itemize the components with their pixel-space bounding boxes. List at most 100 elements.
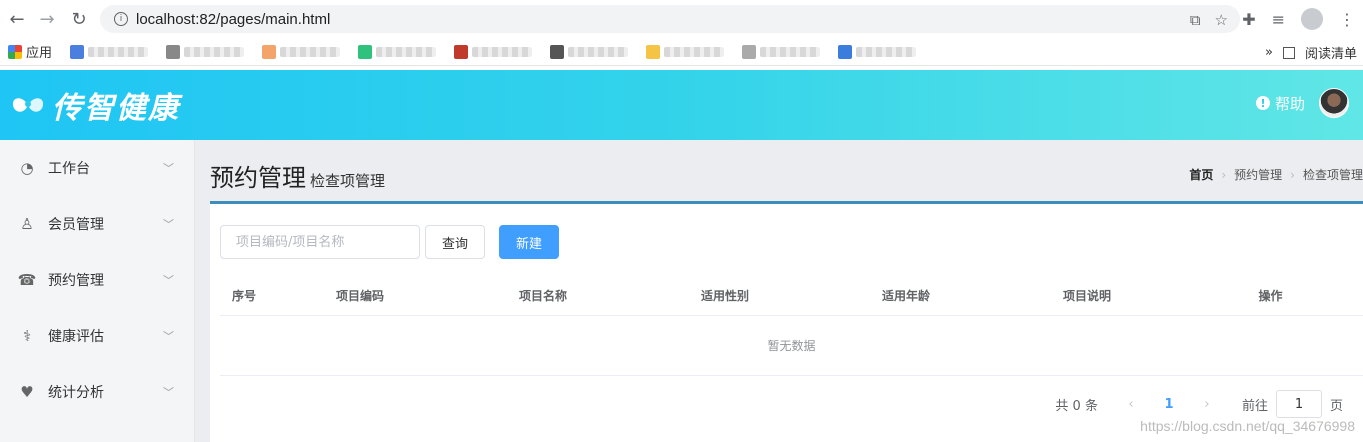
blurred-label [568, 46, 629, 57]
column-header: 适用年龄 [881, 289, 930, 303]
bookmark-item[interactable] [838, 44, 917, 60]
dashboard-icon: ◔ [20, 159, 34, 177]
watermark: https://blog.csdn.net/qq_34676998 [1140, 418, 1355, 434]
blurred-label [664, 46, 725, 57]
back-icon[interactable]: ← [6, 8, 28, 30]
url-text: localhost:82/pages/main.html [136, 10, 331, 28]
user-avatar[interactable] [1319, 88, 1349, 118]
query-button[interactable]: 查询 [425, 225, 485, 259]
empty-table-text: 暂无数据 [220, 316, 1363, 376]
bookmark-item[interactable] [646, 44, 725, 60]
bookmark-icon [358, 44, 373, 59]
blurred-label [760, 46, 821, 57]
bookmark-item[interactable] [550, 44, 629, 60]
bookmark-icon [550, 44, 565, 59]
search-input[interactable] [220, 225, 420, 259]
bookmark-item[interactable] [70, 44, 149, 60]
goto-label: 前往 [1241, 398, 1268, 414]
bookmark-icon [70, 44, 85, 59]
checkitem-table: 序号 项目编码 项目名称 适用性别 适用年龄 项目说明 操作 暂无数据 [220, 276, 1363, 376]
media-icon[interactable]: ≡ [1272, 10, 1285, 29]
chevron-down-icon: ﹀ [163, 330, 174, 343]
info-icon[interactable]: i [114, 12, 128, 26]
column-header: 项目编码 [335, 289, 384, 303]
logo-icon [12, 98, 44, 112]
bookmark-icon [646, 44, 661, 59]
apps-bookmark[interactable]: 应用 [8, 44, 52, 60]
blurred-label [472, 46, 533, 57]
translate-icon[interactable]: ⧉ [1190, 11, 1201, 29]
extensions-icon[interactable]: ✚ [1242, 10, 1255, 29]
heartbeat-icon: ♥ [20, 383, 34, 401]
blurred-label [856, 46, 917, 57]
chevron-down-icon: ﹀ [163, 218, 174, 231]
chevron-down-icon: ﹀ [163, 386, 174, 399]
chevron-down-icon: ﹀ [163, 162, 174, 175]
logo[interactable]: 传智健康 [10, 83, 180, 127]
page-suffix: 页 [1329, 398, 1343, 414]
menu-icon[interactable]: ⋮ [1339, 10, 1355, 29]
column-header: 适用性别 [700, 289, 749, 303]
sidebar-item-health[interactable]: ⚕ 健康评估 ﹀ [0, 308, 194, 364]
page-jump-input[interactable] [1275, 390, 1322, 418]
new-button[interactable]: 新建 [499, 225, 559, 259]
sidebar-item-workbench[interactable]: ◔ 工作台 ﹀ [0, 140, 194, 196]
page-subtitle: 检查项管理 [310, 172, 386, 190]
breadcrumb-home[interactable]: 首页 [1189, 166, 1213, 183]
logo-text: 传智健康 [52, 91, 180, 126]
sidebar-item-appointments[interactable]: ☎ 预约管理 ﹀ [0, 252, 194, 308]
column-header: 序号 [231, 289, 256, 303]
forward-icon[interactable]: → [36, 8, 58, 30]
checkitem-panel: 查询 新建 序号 项目编码 项目名称 适用性别 适用年龄 项目说明 操作 暂无数… [210, 201, 1363, 442]
bookmark-icon [838, 44, 853, 59]
address-bar[interactable]: i localhost:82/pages/main.html ⧉ ☆ [100, 5, 1240, 33]
bookmark-item[interactable] [262, 44, 341, 60]
star-icon[interactable]: ☆ [1215, 11, 1228, 29]
help-label: 帮助 [1274, 94, 1305, 113]
reload-icon[interactable]: ↻ [68, 8, 90, 30]
blurred-label [376, 46, 437, 57]
phone-icon: ☎ [17, 271, 37, 289]
sidebar-item-members[interactable]: ♙ 会员管理 ﹀ [0, 196, 194, 252]
breadcrumb-current: 检查项管理 [1302, 168, 1363, 182]
next-page-icon[interactable]: › [1192, 397, 1222, 412]
bookmark-item[interactable] [742, 44, 821, 60]
chevron-right-icon: › [1221, 167, 1227, 182]
sidebar-item-label: 工作台 [48, 161, 90, 177]
bookmark-icon [166, 44, 181, 59]
app-header: 传智健康 ! 帮助 [0, 70, 1363, 140]
blurred-label [88, 46, 149, 57]
pagination-total: 共 0 条 [1055, 398, 1098, 414]
sidebar-item-label: 会员管理 [48, 217, 104, 233]
blurred-label [280, 46, 341, 57]
sidebar: ◔ 工作台 ﹀ ♙ 会员管理 ﹀ ☎ 预约管理 ﹀ ⚕ 健康评估 ﹀ ♥ 统计分… [0, 140, 195, 442]
page-number[interactable]: 1 [1146, 397, 1192, 412]
main-content: 预约管理检查项管理 首页 › 预约管理 › 检查项管理 查询 新建 序号 项目编… [195, 140, 1363, 442]
user-icon: ♙ [20, 215, 34, 233]
sidebar-item-label: 统计分析 [48, 385, 104, 401]
apps-label: 应用 [26, 45, 53, 60]
more-bookmarks-icon[interactable]: » [1265, 45, 1273, 60]
chevron-right-icon: › [1290, 167, 1295, 182]
chevron-down-icon: ﹀ [163, 274, 174, 287]
bookmark-item[interactable] [166, 44, 245, 60]
bookmark-item[interactable] [454, 44, 533, 60]
help-link[interactable]: ! 帮助 [1255, 93, 1305, 114]
profile-avatar[interactable] [1301, 8, 1323, 30]
sidebar-item-statistics[interactable]: ♥ 统计分析 ﹀ [0, 364, 194, 420]
column-header: 操作 [1258, 289, 1283, 303]
bookmark-item[interactable] [358, 44, 437, 60]
page-title: 预约管理 检查项管理 [210, 158, 385, 193]
breadcrumb-appointments[interactable]: 预约管理 [1234, 166, 1282, 183]
bookmark-icon [262, 44, 277, 59]
table-header: 序号 项目编码 项目名称 适用性别 适用年龄 项目说明 操作 [220, 276, 1363, 316]
prev-page-icon[interactable]: ‹ [1116, 397, 1146, 412]
reading-list-icon [1282, 46, 1295, 59]
reading-list-label[interactable]: 阅读清单 [1305, 43, 1357, 62]
page-title-text: 预约管理 [210, 164, 306, 192]
help-icon: ! [1255, 96, 1270, 110]
content-header: 预约管理 检查项管理 首页 › 预约管理 › 检查项管理 [195, 140, 1363, 202]
blurred-label [184, 46, 245, 57]
sidebar-item-label: 预约管理 [48, 273, 104, 289]
bookmark-icon [454, 44, 469, 59]
